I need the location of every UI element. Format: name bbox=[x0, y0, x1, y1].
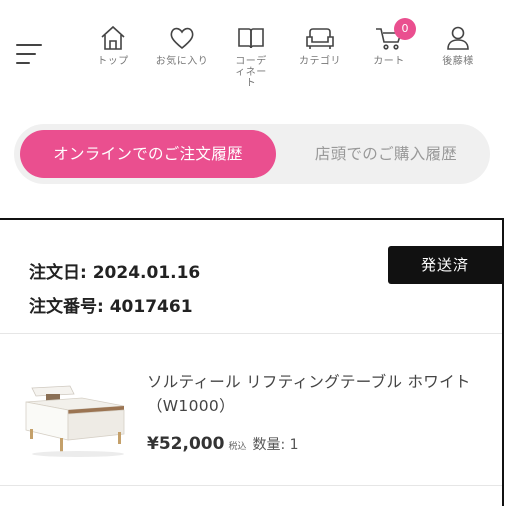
user-icon bbox=[447, 26, 469, 50]
home-icon bbox=[101, 25, 125, 50]
nav-label-favorites: お気に入り bbox=[155, 56, 209, 67]
nav-item-top[interactable]: トップ bbox=[81, 24, 145, 67]
tab-store-purchases[interactable]: 店頭でのご購入履歴 bbox=[288, 130, 484, 178]
nav-item-cart[interactable]: 0 カート bbox=[357, 18, 421, 67]
order-history-tabs: オンラインでのご注文履歴 店頭でのご購入履歴 bbox=[14, 124, 490, 184]
nav-label-category: カテゴリ bbox=[299, 56, 341, 67]
app-header: トップ お気に入り コーディネート カテゴリ 0 カート 後藤様 bbox=[0, 0, 512, 100]
tax-label: 税込 bbox=[228, 442, 247, 452]
nav-item-category[interactable]: カテゴリ bbox=[288, 24, 352, 67]
order-number: 注文番号: 4017461 bbox=[29, 297, 193, 317]
status-badge: 発送済 bbox=[388, 246, 502, 284]
heart-icon bbox=[170, 27, 194, 50]
product-image bbox=[25, 385, 125, 457]
nav-item-coordinate[interactable]: コーディネート bbox=[219, 24, 283, 89]
order-date: 注文日: 2024.01.16 bbox=[29, 263, 201, 283]
price-row: ¥52,000 税込 数量: 1 bbox=[147, 434, 299, 454]
sofa-icon bbox=[306, 28, 334, 49]
nav-item-favorites[interactable]: お気に入り bbox=[150, 24, 214, 67]
product-price: ¥52,000 bbox=[147, 434, 225, 454]
hamburger-menu-icon[interactable] bbox=[16, 42, 42, 66]
order-item[interactable]: ソルティール リフティングテーブル ホワイト（W1000） ¥52,000 税込数… bbox=[0, 334, 502, 486]
order-header: 注文日: 2024.01.16 注文番号: 4017461 発送済 bbox=[0, 220, 502, 334]
cart-count-badge: 0 bbox=[394, 18, 416, 40]
book-icon bbox=[238, 28, 264, 49]
order-card: 注文日: 2024.01.16 注文番号: 4017461 発送済 ソルティール… bbox=[0, 218, 504, 506]
nav-item-account[interactable]: 後藤様 bbox=[426, 24, 490, 67]
nav-label-coordinate: コーディネート bbox=[235, 56, 267, 89]
nav-label-top: トップ bbox=[97, 56, 129, 67]
product-name[interactable]: ソルティール リフティングテーブル ホワイト（W1000） bbox=[147, 370, 487, 418]
quantity-label: 数量: 1 bbox=[252, 437, 299, 453]
nav-label-account: 後藤様 bbox=[442, 56, 474, 67]
nav-label-cart: カート bbox=[373, 56, 405, 67]
tab-online-orders[interactable]: オンラインでのご注文履歴 bbox=[20, 130, 276, 178]
